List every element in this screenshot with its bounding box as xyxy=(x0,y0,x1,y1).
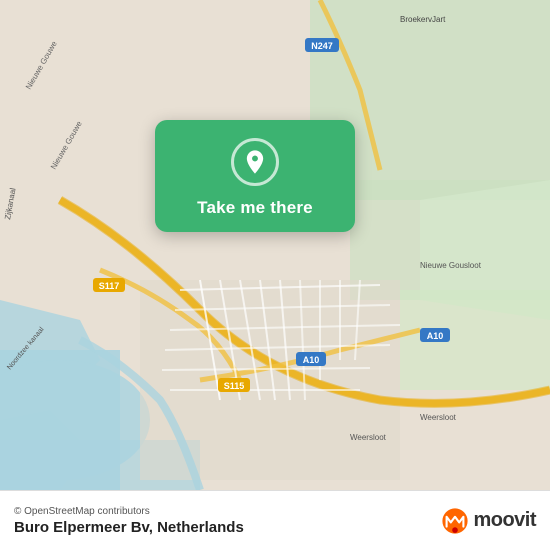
moovit-text: moovit xyxy=(473,509,536,532)
map-view: A10 A10 S117 S115 N247 Nieuwe Gouwe Nieu… xyxy=(0,0,550,490)
pin-icon xyxy=(241,148,269,176)
location-card[interactable]: Take me there xyxy=(155,120,355,232)
take-me-there-button[interactable]: Take me there xyxy=(197,198,313,218)
moovit-brand-icon xyxy=(441,507,469,535)
svg-text:A10: A10 xyxy=(427,331,444,341)
location-name: Buro Elpermeer Bv, Netherlands xyxy=(14,519,244,536)
svg-text:S117: S117 xyxy=(99,281,120,291)
svg-text:BroekervJart: BroekervJart xyxy=(400,15,446,24)
pin-icon-wrapper xyxy=(231,138,279,186)
moovit-logo: moovit xyxy=(441,507,536,535)
map-svg: A10 A10 S117 S115 N247 Nieuwe Gouwe Nieu… xyxy=(0,0,550,490)
svg-text:S115: S115 xyxy=(224,381,245,391)
svg-text:A10: A10 xyxy=(303,355,320,365)
bottom-info: © OpenStreetMap contributors Buro Elperm… xyxy=(14,506,244,536)
svg-text:N247: N247 xyxy=(311,41,333,51)
osm-attribution: © OpenStreetMap contributors xyxy=(14,506,244,517)
svg-text:Weersloot: Weersloot xyxy=(350,433,387,442)
bottom-bar: © OpenStreetMap contributors Buro Elperm… xyxy=(0,490,550,550)
svg-text:Nieuwe Gousloot: Nieuwe Gousloot xyxy=(420,261,482,270)
svg-text:Weersloot: Weersloot xyxy=(420,413,457,422)
